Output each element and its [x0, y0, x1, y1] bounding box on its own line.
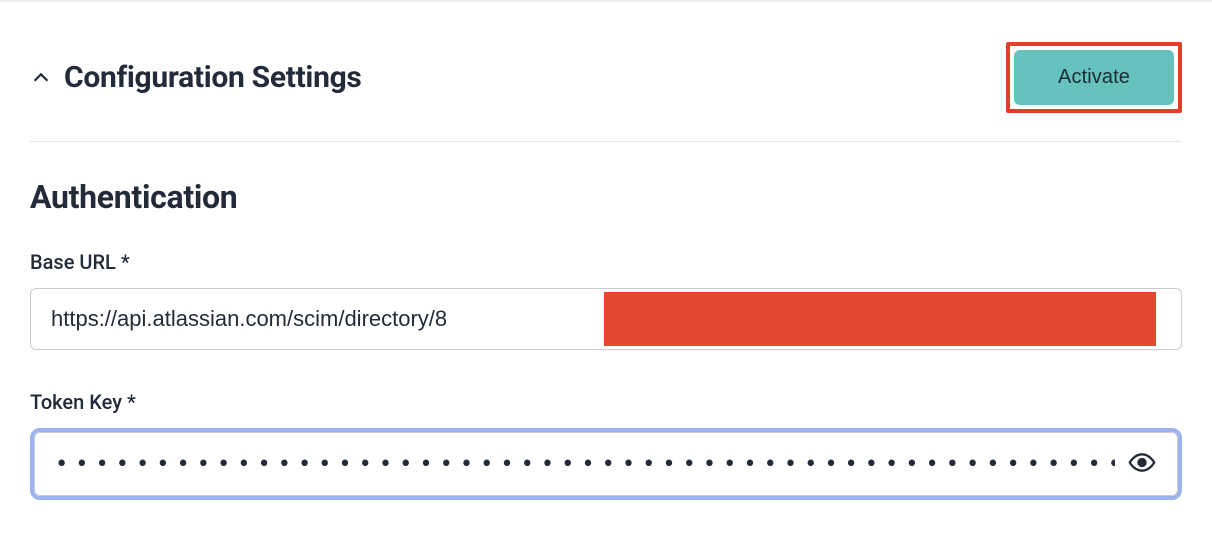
redaction-overlay	[604, 292, 1156, 346]
collapse-toggle[interactable]: Configuration Settings	[30, 60, 362, 95]
authentication-heading: Authentication	[30, 178, 1182, 216]
token-key-label: Token Key *	[30, 390, 1182, 414]
eye-icon	[1128, 449, 1156, 480]
config-header: Configuration Settings Activate	[30, 2, 1182, 142]
activate-highlight: Activate	[1006, 42, 1182, 113]
activate-button[interactable]: Activate	[1014, 50, 1174, 105]
page-title: Configuration Settings	[64, 60, 362, 95]
base-url-field-wrap	[30, 288, 1182, 350]
chevron-up-icon	[30, 67, 52, 89]
base-url-label: Base URL *	[30, 250, 1182, 274]
reveal-password-button[interactable]	[1122, 443, 1162, 486]
token-key-field-wrap	[30, 428, 1182, 500]
token-key-input[interactable]	[34, 432, 1178, 496]
